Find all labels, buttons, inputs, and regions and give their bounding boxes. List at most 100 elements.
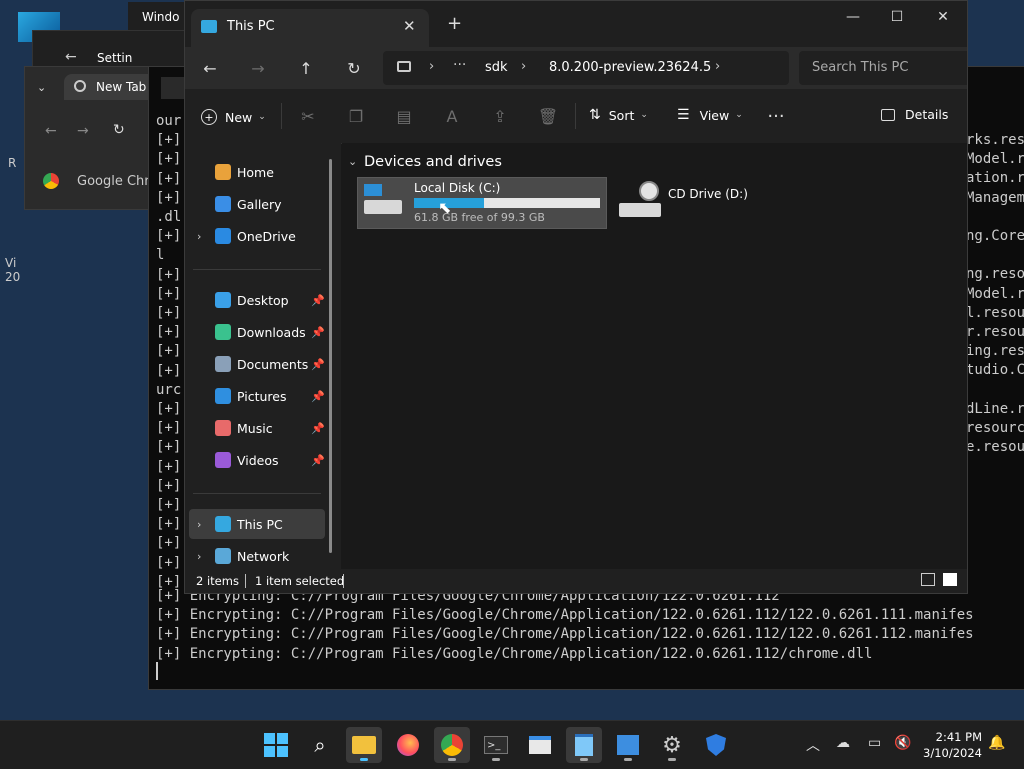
terminal-line: dLine.r [966, 400, 1024, 417]
terminal-line: ng.Core [966, 228, 1024, 244]
chevron-right-icon[interactable]: › [715, 59, 720, 74]
tab-this-pc[interactable]: This PC ✕ [191, 9, 429, 47]
breadcrumb-version[interactable]: 8.0.200-preview.23624.5 [549, 60, 711, 75]
details-button[interactable]: Details [881, 107, 948, 122]
taskbar-firefox[interactable] [390, 727, 426, 763]
clock[interactable]: 2:41 PM 3/10/2024 [918, 729, 982, 761]
sidebar-item-downloads[interactable]: Downloads 📌 [189, 317, 325, 347]
close-tab-icon[interactable]: ✕ [403, 17, 416, 35]
more-icon[interactable]: ··· [453, 57, 466, 73]
file-explorer-window[interactable]: This PC ✕ + — ☐ ✕ ← → ↑ ↻ › ··· sdk › 8.… [184, 0, 968, 594]
sidebar-item-home[interactable]: Home [189, 157, 321, 187]
refresh-icon[interactable]: ↻ [339, 53, 369, 83]
close-window-button[interactable]: ✕ [921, 7, 965, 27]
sort-label: Sort [608, 107, 635, 123]
firefox-icon [397, 734, 419, 756]
search-input[interactable]: Search This PC [812, 60, 908, 75]
notification-bell-icon[interactable]: 🔔 [988, 735, 1005, 751]
taskbar-security[interactable] [698, 727, 734, 763]
search-icon: ⌕ [314, 733, 326, 757]
minimize-button[interactable]: — [831, 7, 875, 27]
sidebar-item-music[interactable]: Music 📌 [189, 413, 325, 443]
new-button[interactable]: + New ⌄ [201, 107, 266, 127]
terminal-line: l [156, 247, 165, 264]
sidebar-item-label: Desktop [237, 292, 289, 308]
sidebar-item-network[interactable]: › Network [189, 541, 321, 571]
new-tab-button[interactable]: + [447, 13, 462, 34]
volume-muted-icon[interactable]: 🔇 [894, 735, 911, 751]
terminal-line: .dl [156, 209, 182, 225]
taskbar-visual-studio[interactable] [610, 727, 646, 763]
search-button[interactable]: ⌕ [302, 727, 338, 763]
document-icon [215, 356, 231, 372]
gallery-icon [215, 196, 231, 212]
terminal-line: [+] [156, 516, 182, 533]
back-arrow-icon[interactable]: ← [65, 49, 77, 65]
view-icon: ☰ [677, 107, 690, 123]
taskbar-notepad[interactable] [566, 727, 602, 763]
up-icon[interactable]: ↑ [291, 53, 321, 83]
rename-icon[interactable]: A [437, 101, 467, 131]
chevron-right-icon[interactable]: › [521, 59, 526, 74]
taskbar-app[interactable] [522, 727, 558, 763]
tab-search-icon[interactable]: ⌄ [37, 81, 46, 94]
chevron-up-icon[interactable]: ︿ [806, 735, 820, 755]
view-button[interactable]: ☰ View ⌄ [677, 107, 743, 123]
address-bar[interactable]: › ··· sdk › 8.0.200-preview.23624.5 › [383, 51, 789, 85]
folder-icon [352, 736, 376, 754]
sidebar-item-documents[interactable]: Documents 📌 [189, 349, 325, 379]
taskbar-chrome[interactable] [434, 727, 470, 763]
taskbar-file-explorer[interactable] [346, 727, 382, 763]
drive-c-free-text: 61.8 GB free of 99.3 GB [414, 211, 545, 224]
reload-icon[interactable]: ↻ [113, 122, 125, 138]
terminal-line: [+] [156, 285, 182, 302]
taskbar-terminal[interactable]: >_ [478, 727, 514, 763]
chevron-right-icon[interactable]: › [197, 230, 201, 243]
windows-logo-icon [264, 733, 288, 757]
chevron-right-icon[interactable]: › [429, 59, 434, 74]
chevron-right-icon[interactable]: › [197, 550, 201, 563]
forward-icon[interactable]: → [243, 53, 273, 83]
sidebar-item-gallery[interactable]: Gallery [189, 189, 321, 219]
breadcrumb-sdk[interactable]: sdk [485, 60, 508, 75]
details-pane-icon [881, 108, 895, 121]
running-indicator [668, 758, 676, 761]
taskbar-settings[interactable]: ⚙ [654, 727, 690, 763]
sidebar-item-desktop[interactable]: Desktop 📌 [189, 285, 325, 315]
active-indicator [360, 758, 368, 761]
onedrive-tray-icon[interactable]: ☁ [836, 735, 850, 751]
back-icon[interactable]: ← [195, 53, 225, 83]
chevron-right-icon[interactable]: › [197, 518, 201, 531]
details-view-icon[interactable] [921, 573, 935, 586]
forward-icon[interactable]: → [77, 123, 89, 139]
start-button[interactable] [258, 727, 294, 763]
chevron-down-icon[interactable]: ⌄ [348, 155, 357, 168]
sidebar-item-videos[interactable]: Videos 📌 [189, 445, 325, 475]
share-icon[interactable]: ⇪ [485, 101, 515, 131]
nav-scrollbar[interactable] [329, 159, 332, 553]
drive-local-disk-c[interactable]: Local Disk (C:) 61.8 GB free of 99.3 GB … [357, 177, 607, 229]
sidebar-item-onedrive[interactable]: › OneDrive [189, 221, 321, 251]
selection-count: 1 item selected [255, 574, 345, 588]
divider [281, 103, 282, 129]
drive-cd-d[interactable]: CD Drive (D:) [617, 179, 817, 223]
left-edge-text-1: R [8, 156, 17, 170]
back-icon[interactable]: ← [45, 123, 57, 139]
see-more-icon[interactable]: ··· [761, 101, 791, 131]
terminal-line: [+] [156, 132, 182, 149]
delete-icon[interactable]: 🗑 [533, 101, 563, 131]
copy-icon[interactable]: ❐ [341, 101, 371, 131]
divider [193, 493, 321, 494]
sidebar-item-pictures[interactable]: Pictures 📌 [189, 381, 325, 411]
sidebar-item-this-pc[interactable]: › This PC [189, 509, 325, 539]
search-box[interactable]: Search This PC [799, 51, 967, 85]
tiles-view-icon[interactable] [943, 573, 957, 586]
sort-button[interactable]: ⇅ Sort ⌄ [589, 107, 648, 123]
terminal-line: [+] [156, 343, 182, 360]
cut-icon[interactable]: ✂ [293, 101, 323, 131]
maximize-button[interactable]: ☐ [875, 7, 919, 27]
paste-icon[interactable]: ▤ [389, 101, 419, 131]
navigation-pane[interactable]: Home Gallery › OneDrive Desktop 📌 Downloads 📌 Do… [185, 143, 341, 569]
terminal-line: [+] [156, 439, 182, 456]
network-tray-icon[interactable]: ▭ [868, 735, 881, 751]
